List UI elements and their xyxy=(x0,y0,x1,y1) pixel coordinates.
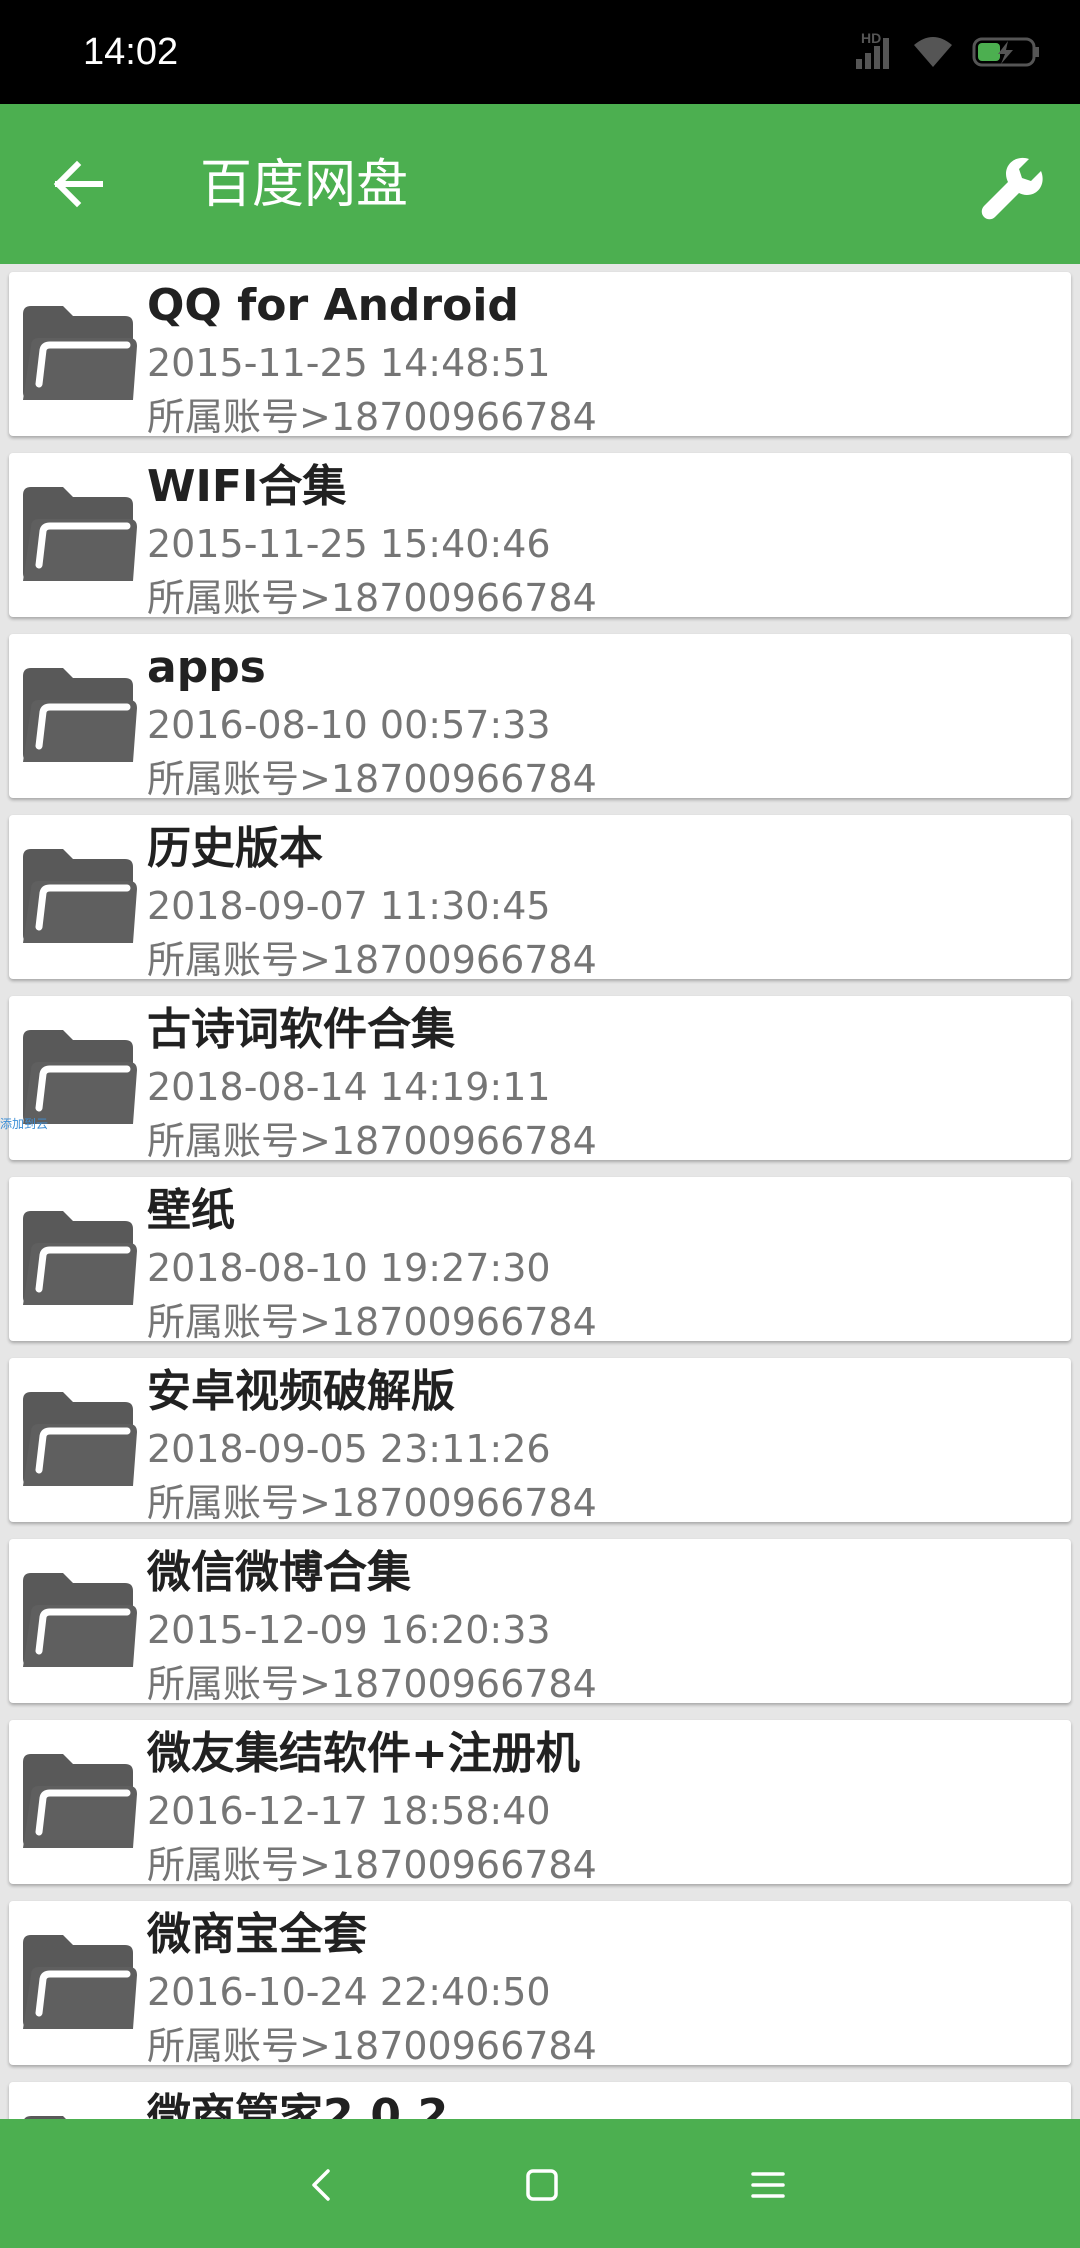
folder-icon xyxy=(17,1571,143,1671)
file-account: 所属账号>18700966784 xyxy=(147,757,597,798)
page-title: 百度网盘 xyxy=(200,155,409,215)
file-account: 所属账号>18700966784 xyxy=(147,1481,597,1522)
file-date: 2016-12-17 18:58:40 xyxy=(147,1789,551,1833)
wifi-icon xyxy=(914,37,952,67)
file-date: 2018-08-14 14:19:11 xyxy=(147,1065,551,1109)
file-account: 所属账号>18700966784 xyxy=(147,1843,597,1884)
status-time: 14:02 xyxy=(83,31,179,73)
file-account: 所属账号>18700966784 xyxy=(147,2024,597,2065)
file-date: 2018-09-05 23:11:26 xyxy=(147,1427,551,1471)
file-date: 2018-08-10 19:27:30 xyxy=(147,1246,551,1290)
file-date: 2015-11-25 15:40:46 xyxy=(147,522,551,566)
folder-icon xyxy=(17,1028,143,1128)
file-account: 所属账号>18700966784 xyxy=(147,576,597,617)
file-account: 所属账号>18700966784 xyxy=(147,395,597,436)
file-account: 所属账号>18700966784 xyxy=(147,1662,597,1703)
file-account: 所属账号>18700966784 xyxy=(147,938,597,979)
file-account: 所属账号>18700966784 xyxy=(147,1119,597,1160)
file-name: 历史版本 xyxy=(147,823,323,874)
file-account: 所属账号>18700966784 xyxy=(147,1300,597,1341)
square-icon[interactable] xyxy=(512,2155,572,2215)
list-item[interactable]: 壁纸 2018-08-10 19:27:30 所属账号>18700966784 xyxy=(9,1177,1071,1341)
battery-charging-icon xyxy=(972,37,1039,67)
list-item[interactable]: 历史版本 2018-09-07 11:30:45 所属账号>1870096678… xyxy=(9,815,1071,979)
file-name: apps xyxy=(147,642,266,693)
list-item[interactable]: QQ for Android 2015-11-25 14:48:51 所属账号>… xyxy=(9,272,1071,436)
list-item[interactable]: 微商管家2.0.2 xyxy=(9,2082,1071,2119)
wrench-icon[interactable] xyxy=(978,154,1048,224)
folder-icon xyxy=(17,1933,143,2033)
list-item[interactable]: apps 2016-08-10 00:57:33 所属账号>1870096678… xyxy=(9,634,1071,798)
file-name: 古诗词软件合集 xyxy=(147,1004,455,1055)
folder-icon xyxy=(17,1390,143,1490)
folder-icon xyxy=(17,847,143,947)
file-name: 微信微博合集 xyxy=(147,1547,411,1598)
list-item[interactable]: 微商宝全套 2016-10-24 22:40:50 所属账号>187009667… xyxy=(9,1901,1071,2065)
list-item[interactable]: 安卓视频破解版 2018-09-05 23:11:26 所属账号>1870096… xyxy=(9,1358,1071,1522)
arrow-left-icon[interactable] xyxy=(50,156,106,212)
file-name: 微友集结软件+注册机 xyxy=(147,1728,580,1779)
file-date: 2015-12-09 16:20:33 xyxy=(147,1608,551,1652)
file-date: 2015-11-25 14:48:51 xyxy=(147,341,551,385)
folder-icon xyxy=(17,666,143,766)
folder-icon xyxy=(17,485,143,585)
list-item[interactable]: 古诗词软件合集 2018-08-14 14:19:11 所属账号>1870096… xyxy=(9,996,1071,1160)
file-list: QQ for Android 2015-11-25 14:48:51 所属账号>… xyxy=(0,264,1080,2119)
file-name: 微商宝全套 xyxy=(147,1909,367,1960)
file-date: 2016-08-10 00:57:33 xyxy=(147,703,551,747)
file-name: 安卓视频破解版 xyxy=(147,1366,455,1417)
list-item[interactable]: 微信微博合集 2015-12-09 16:20:33 所属账号>18700966… xyxy=(9,1539,1071,1703)
folder-icon xyxy=(17,304,143,404)
folder-icon xyxy=(17,1752,143,1852)
file-name: QQ for Android xyxy=(147,280,519,331)
navigation-bar xyxy=(0,2119,1080,2248)
list-item[interactable]: 微友集结软件+注册机 2016-12-17 18:58:40 所属账号>1870… xyxy=(9,1720,1071,1884)
file-date: 2016-10-24 22:40:50 xyxy=(147,1970,551,2014)
list-item[interactable]: WIFI合集 2015-11-25 15:40:46 所属账号>18700966… xyxy=(9,453,1071,617)
file-name: 壁纸 xyxy=(147,1185,235,1236)
status-bar: 14:02 HD xyxy=(0,0,1080,104)
folder-icon xyxy=(17,1209,143,1309)
watermark-label: 添加到云 xyxy=(0,1117,49,1131)
file-date: 2018-09-07 11:30:45 xyxy=(147,884,551,928)
status-icons xyxy=(854,30,1042,74)
signal-icon xyxy=(856,38,889,69)
file-name: WIFI合集 xyxy=(147,461,347,512)
app-toolbar: 百度网盘 xyxy=(0,104,1080,264)
file-name: 微商管家2.0.2 xyxy=(147,2090,449,2119)
menu-icon[interactable] xyxy=(738,2155,798,2215)
chevron-left-icon[interactable] xyxy=(292,2155,352,2215)
